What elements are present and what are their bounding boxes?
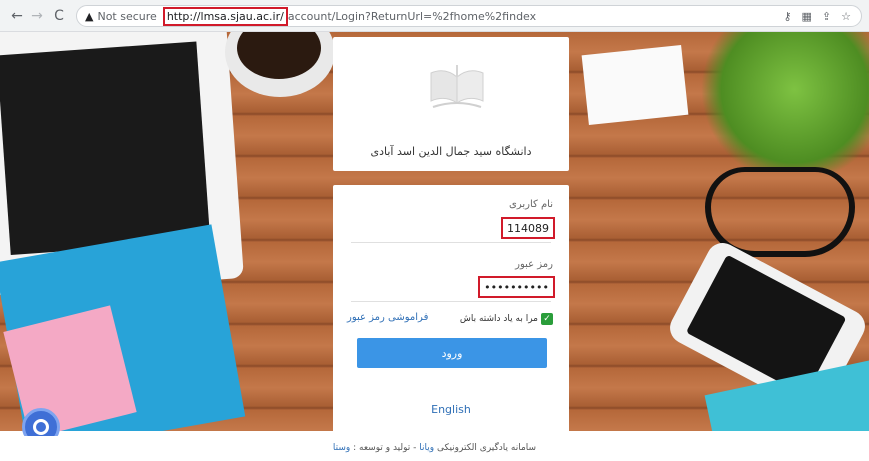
username-field[interactable]: 114089 bbox=[501, 217, 555, 239]
key-icon[interactable]: ⚷ bbox=[783, 10, 791, 23]
forgot-password-link[interactable]: فراموشی رمز عبور bbox=[347, 312, 428, 323]
password-underline bbox=[351, 301, 551, 302]
url-path[interactable]: account/Login?ReturnUrl=%2fhome%2findex bbox=[288, 10, 536, 23]
footer: سامانه یادگیری الکترونیکی ویانا - تولید … bbox=[0, 436, 869, 461]
warning-triangle-icon[interactable]: ▲ bbox=[85, 10, 93, 23]
remember-me-checkbox[interactable]: ✓ bbox=[541, 313, 553, 325]
remember-me-label[interactable]: مرا به یاد داشته باش bbox=[460, 314, 538, 324]
browser-toolbar: ← → C ▲ Not secure http://lmsa.sjau.ac.i… bbox=[0, 0, 869, 32]
footer-separator: - تولید و توسعه : bbox=[350, 443, 420, 453]
remember-me[interactable]: مرا به یاد داشته باش ✓ bbox=[460, 313, 553, 325]
coffee-cup-decoration bbox=[225, 32, 335, 97]
logo-card: دانشگاه سید جمال الدین اسد آبادی bbox=[333, 37, 569, 171]
forward-arrow-icon[interactable]: → bbox=[26, 5, 48, 27]
white-card-decoration bbox=[581, 44, 689, 126]
footer-text: سامانه یادگیری الکترونیکی bbox=[436, 443, 537, 453]
university-name: دانشگاه سید جمال الدین اسد آبادی bbox=[370, 145, 532, 158]
username-label: نام کاربری bbox=[509, 199, 553, 210]
not-secure-label[interactable]: Not secure bbox=[97, 10, 156, 23]
star-icon[interactable]: ☆ bbox=[841, 10, 851, 23]
back-arrow-icon[interactable]: ← bbox=[6, 5, 28, 27]
login-button[interactable]: ورود bbox=[357, 338, 547, 368]
address-bar[interactable]: ▲ Not secure http://lmsa.sjau.ac.ir/ acc… bbox=[76, 5, 862, 27]
translate-icon[interactable]: ▦ bbox=[802, 10, 812, 23]
open-book-logo bbox=[430, 65, 484, 108]
login-form: نام کاربری 114089 رمز عبور •••••••••• مر… bbox=[333, 185, 569, 433]
username-underline bbox=[351, 242, 551, 243]
share-icon[interactable]: ⇪ bbox=[822, 10, 831, 23]
password-label: رمز عبور bbox=[515, 259, 553, 270]
reload-icon[interactable]: C bbox=[48, 5, 70, 27]
plant-decoration bbox=[690, 32, 869, 172]
english-language-link[interactable]: English bbox=[333, 403, 569, 416]
footer-brand-vesta[interactable]: وستا bbox=[333, 443, 350, 453]
footer-brand-viana[interactable]: ویانا bbox=[419, 443, 434, 453]
password-field[interactable]: •••••••••• bbox=[478, 276, 555, 298]
url-host[interactable]: http://lmsa.sjau.ac.ir/ bbox=[162, 6, 288, 26]
